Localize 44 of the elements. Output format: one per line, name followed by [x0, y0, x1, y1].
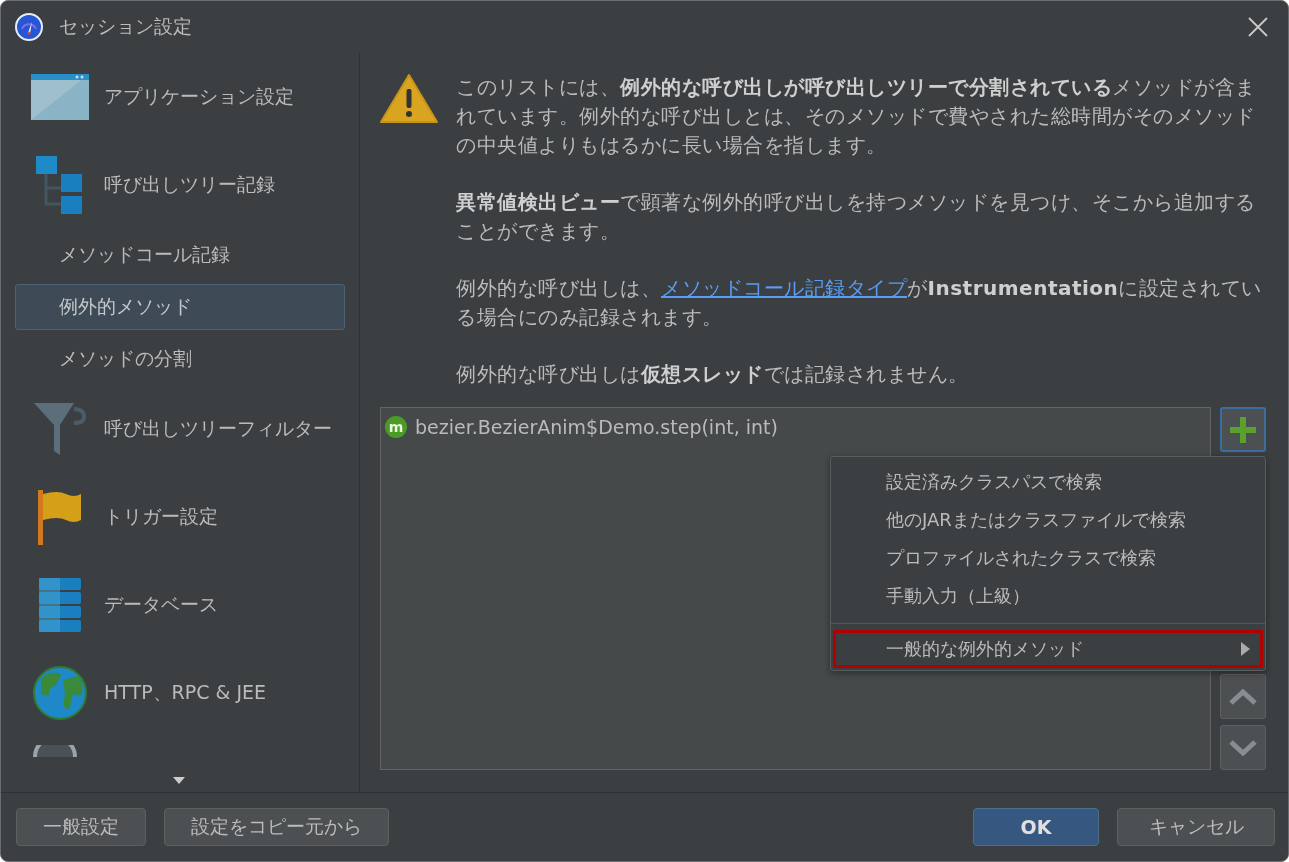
method-badge: m	[385, 416, 407, 438]
move-up-button[interactable]	[1220, 674, 1266, 720]
sidebar-item[interactable]: メソッドコール記録	[15, 232, 345, 278]
footer-button[interactable]: 設定をコピー元から	[164, 808, 389, 846]
move-down-button[interactable]	[1220, 725, 1266, 770]
footer-button[interactable]: 一般設定	[16, 808, 146, 846]
sidebar-item[interactable]: HTTP、RPC & JEE	[15, 649, 345, 737]
menu-item[interactable]: 他のJARまたはクラスファイルで検索	[833, 501, 1263, 539]
info-paragraph: 例外的な呼び出しは仮想スレッドでは記録されません。	[456, 361, 970, 388]
info-paragraph: 例外的な呼び出しは、メソッドコール記録タイプがInstrumentationに設定されている場合にのみ記録されます。	[456, 275, 1263, 331]
add-button[interactable]	[1220, 407, 1266, 453]
info-paragraph: このリストには、例外的な呼び出しが呼び出しツリーで分割されているメソッドが含まれています。例外的な呼び出しとは、そのメソッドで費やされた総時間がそのメソッドの中央値よりもはるかに長い場合を指します。	[456, 74, 1257, 159]
sidebar-item[interactable]: 例外的メソッド	[15, 284, 345, 330]
sidebar-item[interactable]: メソッドの分割	[15, 336, 345, 382]
menu-item[interactable]: 手動入力（上級）	[833, 577, 1263, 615]
submenu-arrow-icon	[1241, 642, 1250, 656]
menu-item[interactable]: プロファイルされたクラスで検索	[833, 539, 1263, 577]
ok-button[interactable]: OK	[973, 808, 1099, 846]
database-icon	[39, 577, 81, 633]
record-type-link[interactable]: メソッドコール記録タイプ	[661, 276, 907, 300]
funnel-icon	[34, 403, 86, 455]
warning-icon	[380, 73, 438, 123]
sidebar-item[interactable]: 呼び出しツリー記録	[15, 141, 345, 229]
chevron-up-icon	[1229, 688, 1257, 705]
cancel-button[interactable]: キャンセル	[1117, 808, 1275, 846]
sidebar-item[interactable]: トリガー設定	[15, 473, 345, 561]
close-icon	[1248, 17, 1268, 37]
plus-icon	[1230, 416, 1256, 443]
info-paragraph: 異常値検出ビューで顕著な例外的呼び出しを持つメソッドを見つけ、そこから追加することができます。	[456, 189, 1257, 245]
method-name[interactable]: bezier.BezierAnim$Demo.step(int, int)	[415, 416, 778, 438]
window-title: セッション設定	[59, 14, 193, 39]
gauge-icon	[15, 13, 43, 41]
flag-icon	[38, 489, 82, 545]
chevron-down-icon	[1229, 739, 1257, 756]
gauge-icon	[32, 745, 78, 757]
scroll-down-icon[interactable]	[173, 777, 185, 784]
globe-icon	[33, 666, 87, 720]
menu-item[interactable]: 設定済みクラスパスで検索	[833, 463, 1263, 501]
submenu-item[interactable]: 一般的な例外的メソッド	[833, 630, 1263, 668]
tree-icon	[36, 156, 84, 214]
sidebar-item[interactable]: アプリケーション設定	[15, 53, 345, 141]
sidebar-item[interactable]: データベース	[15, 561, 345, 649]
window-icon	[31, 74, 89, 120]
sidebar-item[interactable]: 呼び出しツリーフィルター	[15, 385, 345, 473]
